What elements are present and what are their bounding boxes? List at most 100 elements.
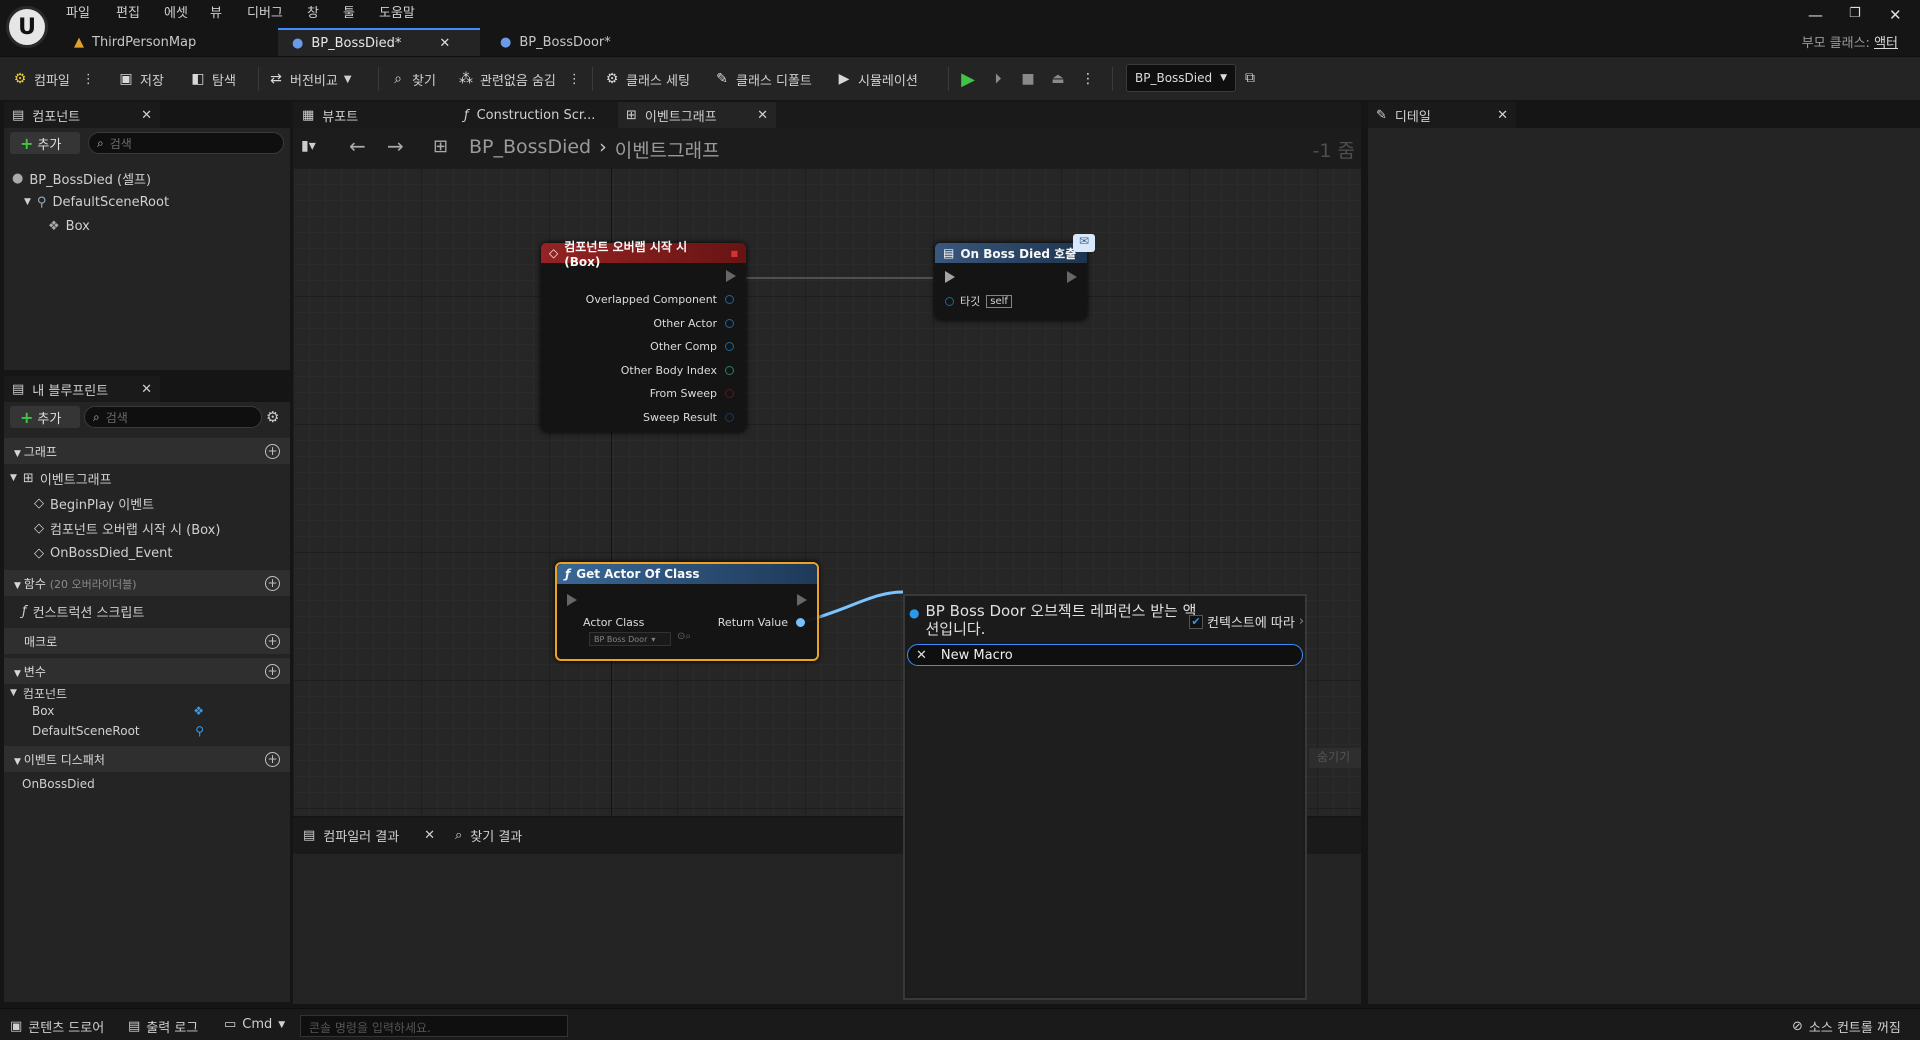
- obscured-button[interactable]: 숨기기: [1309, 748, 1361, 768]
- pin-from-sweep[interactable]: From Sweep: [650, 387, 734, 400]
- tab-viewport[interactable]: ▦ 뷰포트: [294, 102, 454, 128]
- close-icon[interactable]: ✕: [757, 108, 768, 123]
- graphs-category[interactable]: ▼ 그래프 +: [4, 438, 290, 464]
- tab-find-results[interactable]: ⌕ 찾기 결과: [447, 822, 587, 848]
- pin-other-body-index[interactable]: Other Body Index: [621, 364, 734, 377]
- exec-output-pin[interactable]: [726, 270, 736, 282]
- save-button[interactable]: ▣ 저장: [118, 69, 164, 89]
- event-dispatchers-category[interactable]: ▼ 이벤트 디스패처 +: [4, 746, 290, 772]
- component-item-self[interactable]: ● BP_BossDied (셀프): [12, 166, 151, 190]
- construction-script-item[interactable]: ƒ 컨스트럭션 스크립트: [22, 599, 144, 623]
- pin-overlapped-component[interactable]: Overlapped Component: [586, 293, 734, 306]
- variables-category[interactable]: ▼ 변수 +: [4, 658, 290, 684]
- menu-view[interactable]: 뷰: [210, 2, 222, 21]
- add-variable-icon[interactable]: +: [265, 663, 280, 679]
- delegate-pin-icon[interactable]: ■: [730, 249, 738, 258]
- close-icon[interactable]: ✕: [1497, 108, 1508, 123]
- debug-object-dropdown[interactable]: BP_BossDied ▼: [1126, 64, 1236, 92]
- component-item-box[interactable]: ❖ Box: [48, 214, 90, 238]
- unreal-logo-icon[interactable]: U: [6, 6, 48, 48]
- add-graph-icon[interactable]: +: [265, 443, 280, 459]
- event-item-beginplay[interactable]: ◇ BeginPlay 이벤트: [34, 491, 154, 515]
- hide-unrelated-button[interactable]: ⁂ 관련없음 숨김 ⋮: [458, 69, 581, 89]
- dispatcher-item-onbossdied[interactable]: OnBossDied: [22, 774, 95, 794]
- pin-other-actor[interactable]: Other Actor: [653, 317, 734, 330]
- menu-file[interactable]: 파일: [66, 2, 90, 21]
- components-tab[interactable]: ▤ 컴포넌트 ✕: [4, 102, 160, 128]
- menu-debug[interactable]: 디버그: [247, 2, 283, 21]
- close-icon[interactable]: ✕: [424, 828, 435, 843]
- tab-construction-script[interactable]: ƒ Construction Scr...: [456, 102, 616, 128]
- bookmark-icon[interactable]: ▮▾: [301, 138, 316, 154]
- exec-input-pin[interactable]: [945, 271, 955, 283]
- console-input[interactable]: 콘솔 명령을 입력하세요.: [300, 1015, 568, 1037]
- close-icon[interactable]: ✕: [439, 36, 450, 51]
- variable-item-defaultsceneroot[interactable]: DefaultSceneRoot ⚲: [32, 722, 204, 740]
- pin-target[interactable]: 타깃 self: [945, 293, 1012, 309]
- forward-arrow-icon[interactable]: →: [387, 134, 404, 158]
- tab-thirdpersonmap[interactable]: ▲ ThirdPersonMap: [60, 28, 275, 56]
- pin-return-value[interactable]: Return Value: [718, 616, 805, 629]
- parent-class-link[interactable]: 액터: [1874, 36, 1898, 51]
- node-call-on-boss-died[interactable]: ▤ On Boss Died 호출 타깃 self: [935, 243, 1087, 320]
- content-drawer-button[interactable]: ▣ 콘텐츠 드로어: [10, 1017, 104, 1036]
- tab-bp-bossdied[interactable]: ● BP_BossDied* ✕: [278, 28, 480, 56]
- node-get-actor-of-class[interactable]: ƒ Get Actor Of Class Actor Class BP Boss…: [555, 562, 819, 661]
- breadcrumb-graph[interactable]: 이벤트그래프: [615, 136, 720, 163]
- more-options-icon[interactable]: ⋮: [568, 72, 581, 87]
- components-subcategory[interactable]: ▼ 컴포넌트: [10, 684, 67, 702]
- exec-input-pin[interactable]: [567, 594, 577, 606]
- breadcrumb-blueprint[interactable]: BP_BossDied: [469, 136, 591, 163]
- browse-class-icon[interactable]: ⊙⌕: [677, 631, 691, 642]
- browse-button[interactable]: ◧ 탐색: [190, 69, 236, 89]
- add-member-button[interactable]: + 추가: [10, 406, 80, 428]
- pin-actor-class[interactable]: Actor Class: [583, 616, 644, 629]
- menu-edit[interactable]: 편집: [116, 2, 140, 21]
- functions-category[interactable]: ▼ 함수 (20 오버라이더블) +: [4, 570, 290, 596]
- simulation-button[interactable]: ▶ 시뮬레이션: [836, 69, 918, 89]
- exec-output-pin[interactable]: [1067, 271, 1077, 283]
- node-component-begin-overlap[interactable]: ◇ 컴포넌트 오버랩 시작 시 (Box) ■ Overlapped Compo…: [541, 240, 746, 432]
- find-button[interactable]: ⌕ 찾기: [390, 69, 436, 89]
- play-icon[interactable]: ▶: [960, 69, 976, 90]
- tab-compiler-results[interactable]: ▤ 컴파일러 결과 ✕: [295, 822, 443, 848]
- clear-icon[interactable]: ✕: [916, 648, 927, 663]
- more-options-icon[interactable]: ⋮: [1080, 71, 1096, 87]
- mybp-search-input[interactable]: ⌕ 검색: [84, 406, 262, 428]
- pin-other-comp[interactable]: Other Comp: [650, 340, 734, 353]
- close-window-icon[interactable]: ✕: [1889, 6, 1902, 24]
- menu-window[interactable]: 창: [307, 2, 319, 21]
- components-search-input[interactable]: ⌕ 검색: [88, 132, 284, 154]
- overridable-count[interactable]: (20 오버라이더블): [50, 578, 137, 591]
- add-dispatcher-icon[interactable]: +: [265, 751, 280, 767]
- action-menu-popup[interactable]: ● BP Boss Door 오브젝트 레퍼런스 받는 액션입니다. ✔ 컨텍스…: [903, 594, 1307, 1000]
- add-component-button[interactable]: + 추가: [10, 132, 80, 154]
- checkbox-checked-icon[interactable]: ✔: [1189, 614, 1203, 629]
- gear-icon[interactable]: ⚙: [266, 408, 279, 426]
- eject-icon[interactable]: ⏏: [1050, 71, 1066, 87]
- compile-button[interactable]: ⚙ 컴파일 ⋮: [12, 69, 95, 89]
- event-graph-item[interactable]: ▼ ⊞ 이벤트그래프: [10, 466, 112, 490]
- diff-dropdown[interactable]: ⇄ 버전비교 ▼: [268, 69, 351, 89]
- my-blueprint-tab[interactable]: ▤ 내 블루프린트 ✕: [4, 376, 160, 402]
- menu-asset[interactable]: 에셋: [164, 2, 188, 21]
- action-list[interactable]: [907, 670, 1303, 996]
- source-control-button[interactable]: ⊘ 소스 컨트롤 꺼짐: [1792, 1017, 1901, 1036]
- output-log-button[interactable]: ▤ 출력 로그: [128, 1017, 198, 1036]
- back-arrow-icon[interactable]: ←: [349, 134, 366, 158]
- exec-output-pin[interactable]: [797, 594, 807, 606]
- macros-category[interactable]: 매크로 +: [4, 628, 290, 654]
- step-icon[interactable]: ⏵: [990, 71, 1006, 87]
- close-icon[interactable]: ✕: [141, 108, 152, 123]
- menu-tools[interactable]: 툴: [343, 2, 355, 21]
- context-sensitive-toggle[interactable]: ✔ 컨텍스트에 따라 ›: [1189, 612, 1304, 631]
- menu-help[interactable]: 도움말: [379, 2, 415, 21]
- minimize-icon[interactable]: —: [1808, 6, 1823, 24]
- more-options-icon[interactable]: ⋮: [82, 72, 95, 87]
- class-settings-button[interactable]: ⚙ 클래스 세팅: [604, 69, 690, 89]
- class-defaults-button[interactable]: ✎ 클래스 디폴트: [714, 69, 812, 89]
- action-search-input[interactable]: ✕ New Macro: [907, 644, 1303, 666]
- tab-event-graph[interactable]: ⊞ 이벤트그래프 ✕: [618, 102, 776, 128]
- cmd-dropdown[interactable]: ▭ Cmd ▼: [224, 1017, 285, 1032]
- close-icon[interactable]: ✕: [141, 382, 152, 397]
